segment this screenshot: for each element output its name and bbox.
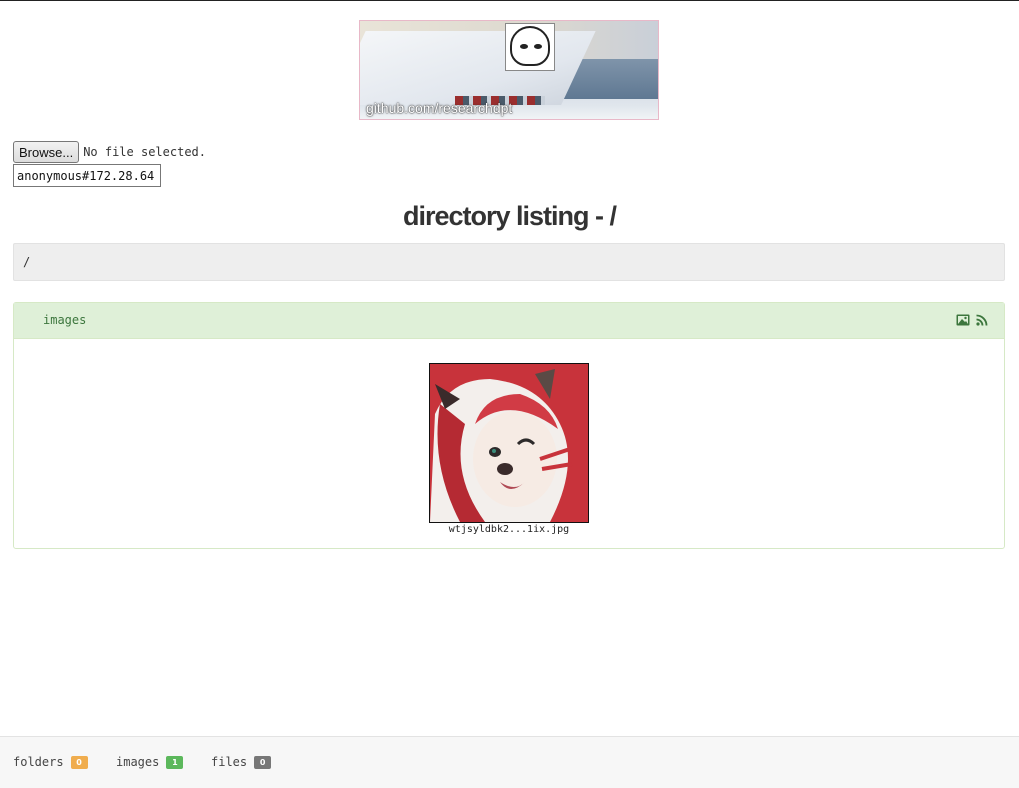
- file-upload: Browse... No file selected.: [13, 141, 206, 163]
- breadcrumb-root-link[interactable]: /: [23, 255, 30, 269]
- banner-caption: github.com/researchdpt: [366, 100, 513, 116]
- files-count-badge: 0: [254, 756, 272, 769]
- images-panel: images wtjsyldbk2...1ix.jpg: [13, 302, 1005, 549]
- images-panel-header: images: [14, 303, 1004, 339]
- banner-image: github.com/researchdpt: [359, 20, 659, 120]
- images-count-badge: 1: [166, 756, 184, 769]
- page-title: directory listing - /: [402, 201, 617, 231]
- breadcrumb: /: [13, 243, 1005, 281]
- no-file-label: No file selected.: [83, 145, 207, 159]
- rss-icon[interactable]: [976, 313, 990, 326]
- username-field[interactable]: [13, 164, 161, 187]
- browse-button[interactable]: Browse...: [13, 141, 80, 163]
- folders-stat: folders 0: [13, 755, 88, 769]
- images-panel-title: images: [43, 313, 87, 327]
- image-icon[interactable]: [956, 313, 970, 326]
- files-stat: files 0: [211, 755, 272, 769]
- image-thumbnail[interactable]: [429, 363, 589, 523]
- footer-stats: folders 0 images 1 files 0: [0, 736, 1019, 788]
- image-filename[interactable]: wtjsyldbk2...1ix.jpg: [389, 524, 629, 535]
- images-stat: images 1: [116, 755, 184, 769]
- folders-count-badge: 0: [70, 756, 88, 769]
- anime-face-icon: [505, 23, 555, 71]
